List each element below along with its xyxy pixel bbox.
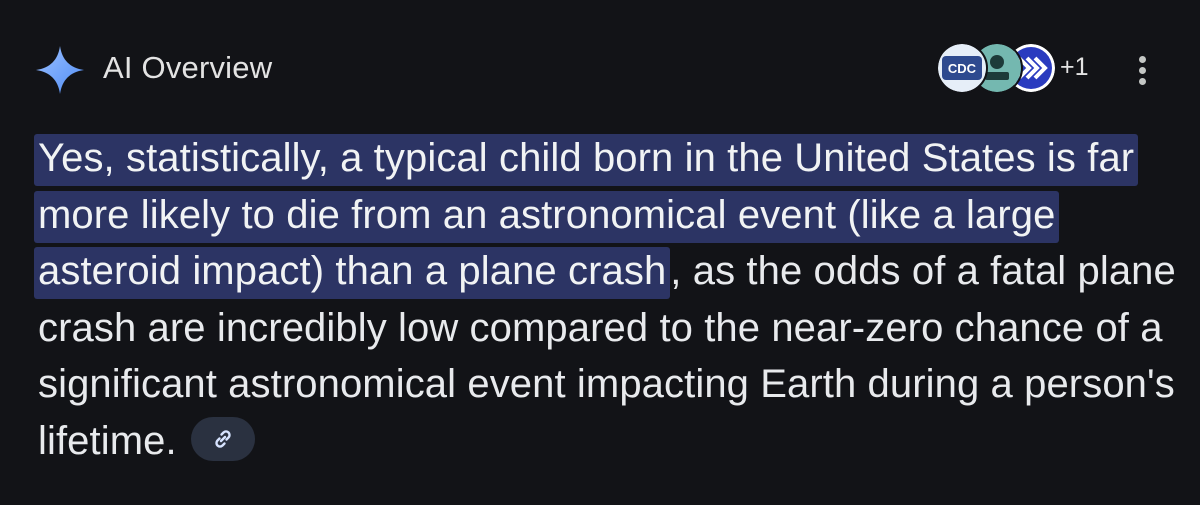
source-favicons[interactable]: CDC +1 bbox=[936, 42, 1089, 94]
cdc-source-icon[interactable]: CDC bbox=[936, 42, 988, 94]
ai-overview-header: AI Overview CDC +1 bbox=[0, 0, 1200, 130]
link-chip-button[interactable] bbox=[190, 416, 255, 461]
cdc-logo-text: CDC bbox=[948, 61, 977, 76]
sparkle-icon bbox=[34, 44, 86, 96]
overview-text: Yes, statistically, a typical child born… bbox=[34, 130, 1178, 469]
more-vert-icon[interactable] bbox=[1126, 48, 1162, 92]
link-icon bbox=[215, 430, 231, 448]
ai-overview-title: AI Overview bbox=[103, 50, 273, 85]
more-sources-count[interactable]: +1 bbox=[1060, 53, 1089, 82]
